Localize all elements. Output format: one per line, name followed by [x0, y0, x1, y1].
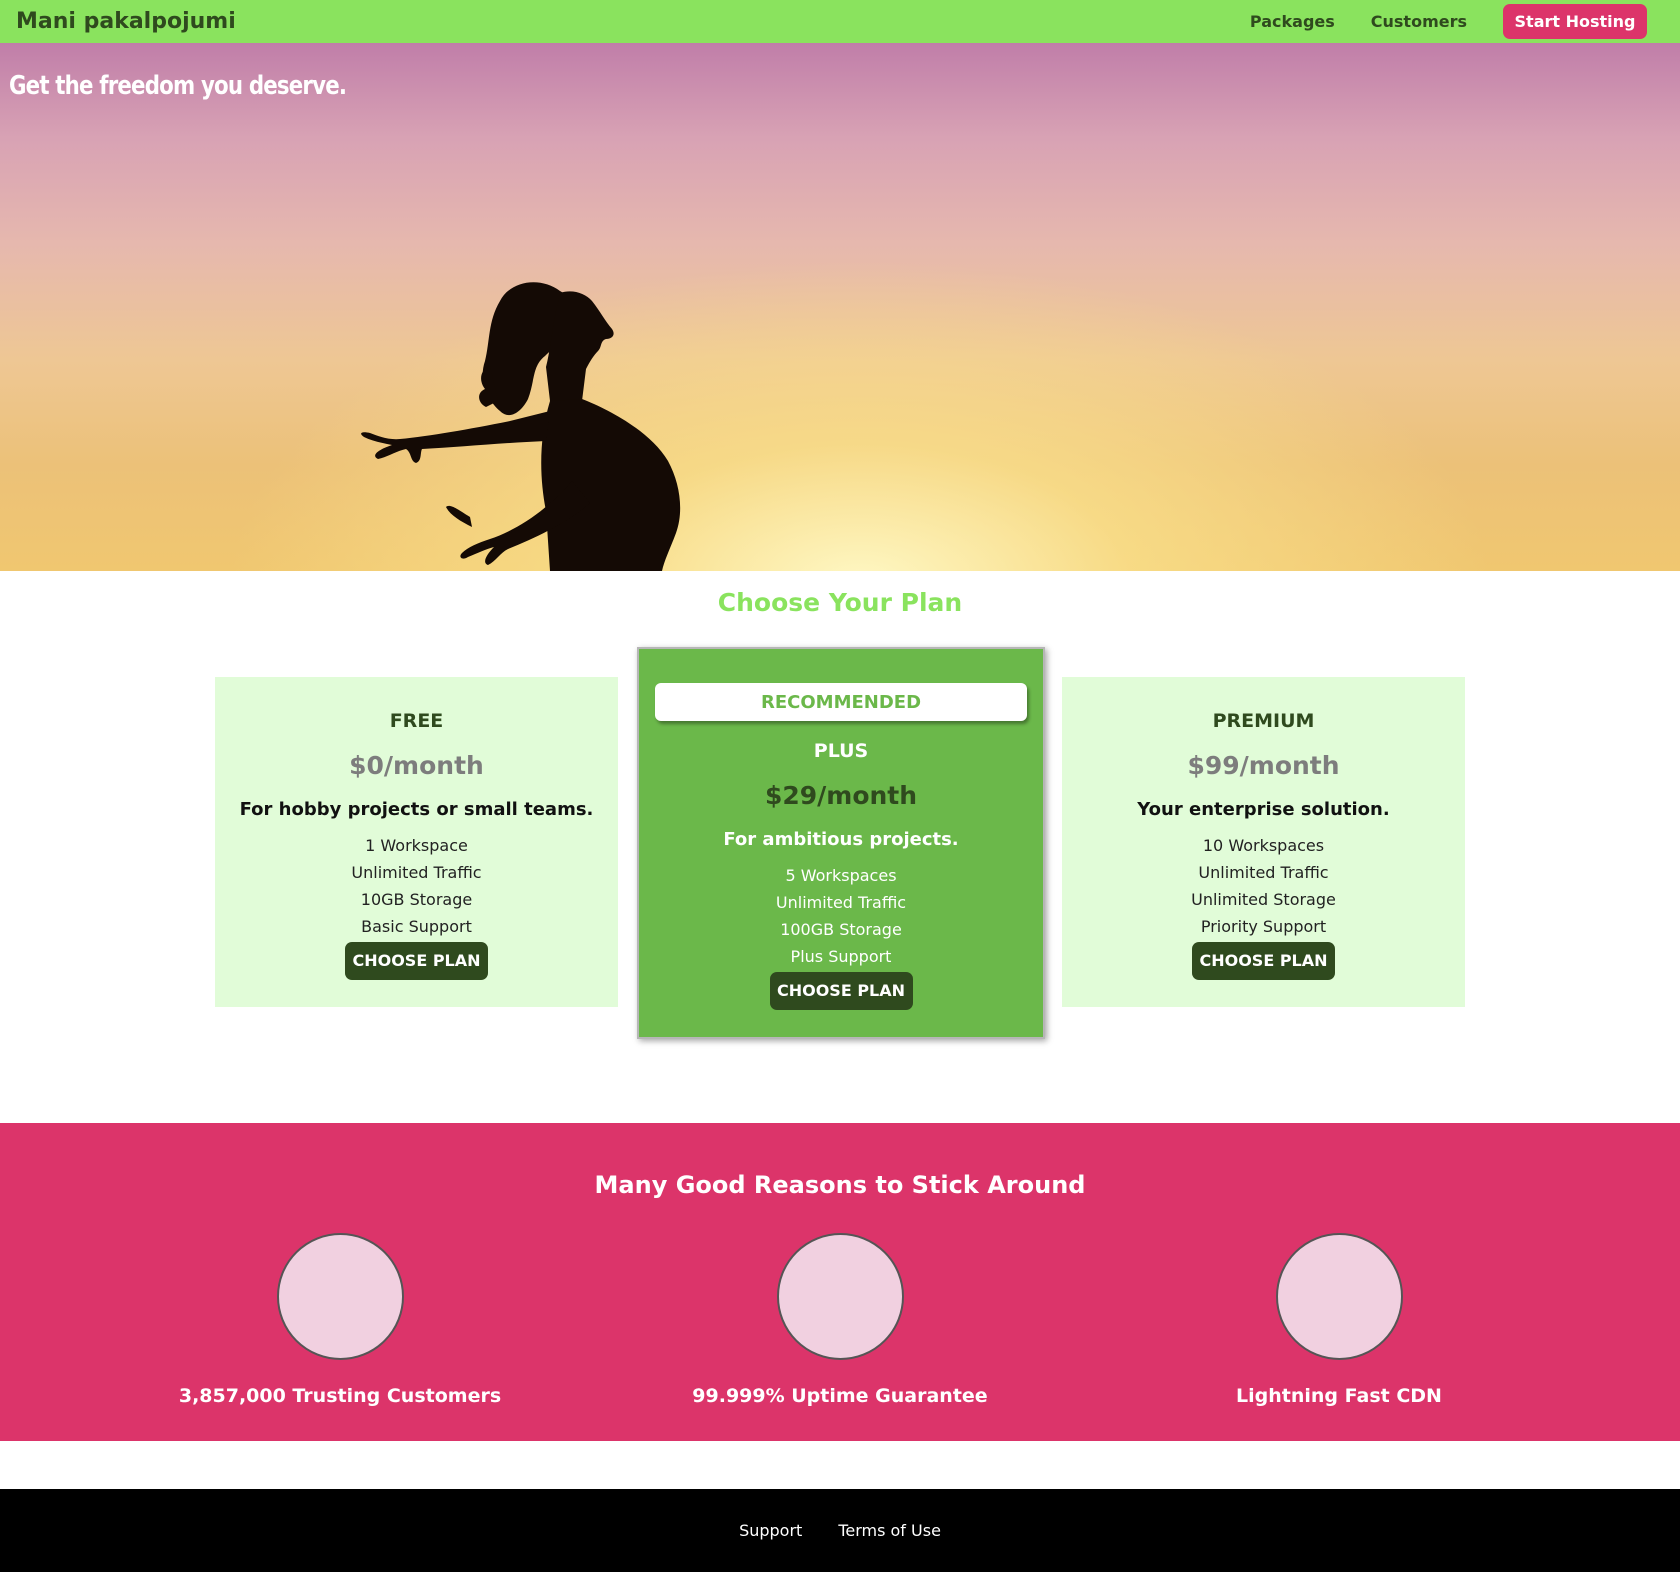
plan-name: PLUS [813, 740, 869, 762]
reasons-section: Many Good Reasons to Stick Around 3,857,… [0, 1123, 1680, 1441]
plan-name: PREMIUM [1212, 710, 1315, 732]
reason-label: 3,857,000 Trusting Customers [178, 1385, 502, 1407]
plans-section-title: Choose Your Plan [717, 588, 963, 617]
choose-plan-button[interactable]: CHOOSE PLAN [345, 942, 488, 980]
nav-link-customers[interactable]: Customers [1371, 12, 1467, 31]
start-hosting-button[interactable]: Start Hosting [1503, 4, 1647, 39]
plan-feature: Basic Support [361, 917, 472, 936]
plan-description: For hobby projects or small teams. [239, 799, 594, 820]
recommended-badge: RECOMMENDED [655, 683, 1027, 721]
plan-feature: Priority Support [1200, 917, 1327, 936]
main-header: Mani pakalpojumi Packages Customers Star… [0, 0, 1680, 43]
reason-image-placeholder [276, 1233, 404, 1360]
reason-item-cdn: Lightning Fast CDN [1089, 1233, 1589, 1407]
plan-feature: 5 Workspaces [785, 866, 897, 885]
plan-name: FREE [389, 710, 444, 732]
plan-card-free: FREE $0/month For hobby projects or smal… [215, 677, 618, 1007]
reason-label: 99.999% Uptime Guarantee [692, 1385, 988, 1407]
main-nav: Packages Customers Start Hosting [1250, 4, 1647, 39]
plan-feature: Plus Support [790, 947, 892, 966]
page-footer: Support Terms of Use [0, 1489, 1680, 1572]
plan-feature: Unlimited Traffic [775, 893, 907, 912]
choose-plan-button[interactable]: CHOOSE PLAN [1192, 942, 1335, 980]
reasons-title: Many Good Reasons to Stick Around [594, 1171, 1086, 1199]
hero-banner: Get the freedom you deserve. [0, 43, 1680, 571]
footer-link-terms[interactable]: Terms of Use [838, 1521, 941, 1540]
reason-image-placeholder [1275, 1233, 1403, 1360]
plan-feature: Unlimited Traffic [1198, 863, 1329, 882]
plan-card-plus: RECOMMENDED PLUS $29/month For ambitious… [637, 647, 1045, 1039]
choose-plan-button[interactable]: CHOOSE PLAN [769, 972, 913, 1010]
reason-label: Lightning Fast CDN [1236, 1385, 1442, 1407]
plan-feature: Unlimited Storage [1191, 890, 1336, 909]
nav-link-packages[interactable]: Packages [1250, 12, 1335, 31]
plan-price: $99/month [1187, 751, 1340, 780]
brand-logo[interactable]: Mani pakalpojumi [16, 9, 236, 34]
plan-description: Your enterprise solution. [1137, 799, 1390, 820]
plan-feature: 100GB Storage [780, 920, 902, 939]
plan-card-premium: PREMIUM $99/month Your enterprise soluti… [1062, 677, 1465, 1007]
plan-feature: 10 Workspaces [1202, 836, 1325, 855]
reason-item-customers: 3,857,000 Trusting Customers [90, 1233, 590, 1407]
hero-title: Get the freedom you deserve. [9, 71, 347, 101]
plan-price: $29/month [764, 781, 918, 810]
plan-description: For ambitious projects. [723, 829, 959, 850]
hero-silhouette-image [361, 282, 681, 571]
plan-feature: 10GB Storage [360, 890, 473, 909]
plan-price: $0/month [349, 751, 484, 780]
footer-link-support[interactable]: Support [739, 1521, 802, 1540]
reason-image-placeholder [776, 1233, 904, 1360]
plan-feature: Unlimited Traffic [351, 863, 482, 882]
reason-item-uptime: 99.999% Uptime Guarantee [590, 1233, 1090, 1407]
plan-feature: 1 Workspace [365, 836, 468, 855]
